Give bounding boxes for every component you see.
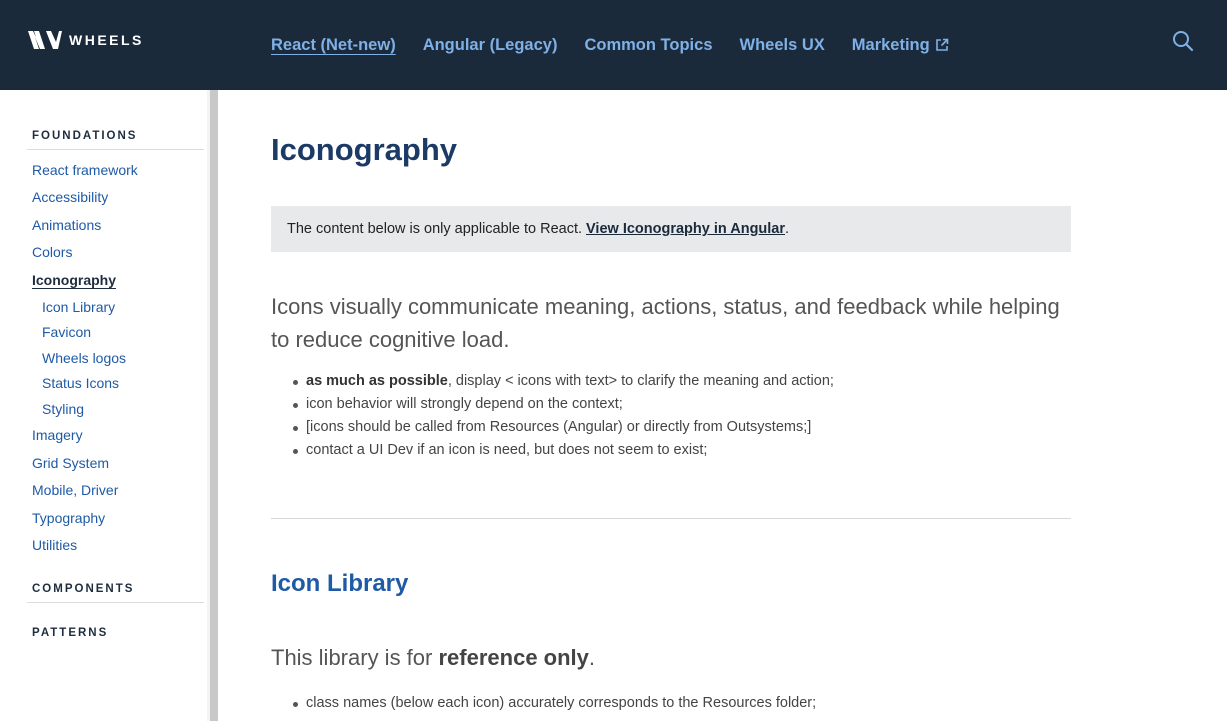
list-item: icon behavior will strongly depend on th… (293, 393, 834, 416)
nav-common-topics[interactable]: Common Topics (584, 36, 712, 55)
sidebar-item-mobile-driver[interactable]: Mobile, Driver (32, 482, 118, 498)
wheels-logo[interactable]: WHEELS (27, 30, 144, 50)
guideline-list: as much as possible, display < icons wit… (293, 370, 834, 462)
list-item: [icons should be called from Resources (… (293, 416, 834, 439)
sidebar-item-favicon[interactable]: Favicon (42, 324, 91, 340)
top-header: WHEELS React (Net-new) Angular (Legacy) … (0, 0, 1227, 90)
sidebar-item-icon-library[interactable]: Icon Library (42, 299, 115, 315)
library-list: class names (below each icon) accurately… (293, 692, 816, 715)
sidebar-item-animations[interactable]: Animations (32, 217, 101, 233)
sidebar-item-grid-system[interactable]: Grid System (32, 455, 109, 471)
section-heading-icon-library[interactable]: Icon Library (271, 570, 408, 598)
main-nav: React (Net-new) Angular (Legacy) Common … (271, 0, 976, 90)
sidebar-item-utilities[interactable]: Utilities (32, 537, 77, 553)
library-lead-end: . (588, 645, 596, 670)
sidebar-section-components[interactable]: COMPONENTS (32, 583, 134, 595)
library-lead: This library is for reference only. (271, 645, 595, 671)
sidebar-item-iconography[interactable]: Iconography (32, 272, 116, 288)
nav-react[interactable]: React (Net-new) (271, 36, 396, 55)
notice-text: The content below is only applicable to … (287, 221, 583, 237)
list-item: as much as possible, display < icons wit… (293, 370, 834, 393)
nav-marketing[interactable]: Marketing (852, 36, 949, 55)
list-item: class names (below each icon) accurately… (293, 692, 816, 715)
section-divider (271, 518, 1071, 519)
sidebar-item-colors[interactable]: Colors (32, 244, 72, 260)
library-lead-text: This library is for (271, 645, 439, 670)
nav-marketing-label: Marketing (851, 35, 930, 54)
external-link-icon (935, 38, 949, 52)
sidebar-item-status-icons[interactable]: Status Icons (42, 375, 119, 391)
sidebar-section-patterns[interactable]: PATTERNS (32, 627, 108, 636)
nav-wheels-ux[interactable]: Wheels UX (740, 36, 825, 55)
sidebar-section-foundations: FOUNDATIONS (32, 130, 138, 142)
sidebar-item-react-framework[interactable]: React framework (32, 162, 138, 178)
library-lead-bold: reference only (438, 645, 589, 670)
logo-text: WHEELS (69, 32, 144, 48)
search-icon[interactable] (1172, 30, 1194, 57)
list-item-bold: as much as possible (306, 373, 448, 389)
list-item: contact a UI Dev if an icon is need, but… (293, 439, 834, 462)
list-item-text: , display < icons with text> to clarify … (447, 373, 834, 389)
sidebar-item-styling[interactable]: Styling (42, 401, 84, 417)
sidebar-item-accessibility[interactable]: Accessibility (32, 189, 108, 205)
sidebar-item-wheels-logos[interactable]: Wheels logos (42, 350, 126, 366)
notice-angular-link[interactable]: View Iconography in Angular (586, 221, 785, 237)
nav-angular[interactable]: Angular (Legacy) (423, 36, 558, 55)
page-title: Iconography (271, 132, 458, 167)
sidebar-divider (27, 149, 204, 150)
wheels-logo-mark (28, 31, 62, 49)
sidebar: FOUNDATIONS React framework Accessibilit… (0, 90, 218, 721)
sidebar-divider (27, 602, 204, 603)
lead-paragraph: Icons visually communicate meaning, acti… (271, 294, 1060, 352)
notice-period: . (785, 221, 790, 237)
sidebar-scrollbar-thumb[interactable] (210, 90, 218, 721)
sidebar-scrollbar[interactable] (207, 90, 218, 721)
notice-banner: The content below is only applicable to … (271, 206, 1071, 252)
sidebar-item-typography[interactable]: Typography (32, 510, 105, 526)
sidebar-item-imagery[interactable]: Imagery (32, 427, 83, 443)
